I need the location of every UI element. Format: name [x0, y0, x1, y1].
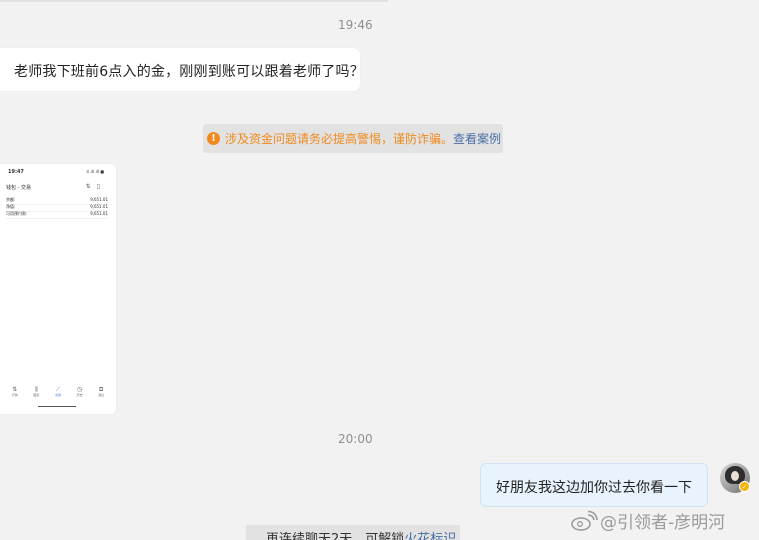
screenshot-home-indicator: [38, 406, 76, 407]
outgoing-message-text: 好朋友我这边加你过去你看一下: [496, 480, 692, 496]
screenshot-bottom-nav: ⇅ 行情 ⫼ 图表 ⟋ 交易 ◷ 历史 ⧉ 消息: [0, 386, 116, 397]
streak-hint-text: 再连续聊天2天，可解锁: [266, 532, 405, 540]
divider-line: [0, 0, 388, 2]
incoming-message-bubble[interactable]: 老师我下班前6点入的金，刚刚到账可以跟着老师了吗？: [0, 48, 364, 91]
timestamp: 19:46: [338, 18, 373, 32]
incoming-message-text: 老师我下班前6点入的金，刚刚到账可以跟着老师了吗？: [14, 64, 364, 80]
streak-hint-bar: 再连续聊天2天，可解锁火花标识: [246, 525, 460, 540]
screenshot-nav-item: ◷ 历史: [76, 386, 83, 397]
view-cases-link[interactable]: 查看案例: [453, 130, 501, 147]
watermark-text: @引领者-彦明河: [600, 513, 726, 533]
screenshot-nav-item: ⫼ 图表: [33, 386, 40, 397]
notice-warning-text: 涉及资金问题请务必提高警惕，谨防诈骗。: [225, 132, 454, 146]
weibo-watermark: @引领者-彦明河: [570, 508, 725, 533]
screenshot-time: 19:47: [8, 169, 24, 175]
timestamp: 20:00: [338, 432, 373, 446]
screenshot-header-icons: ⇅▯: [85, 183, 106, 190]
screenshot-title: 钱包 - 交易: [6, 185, 31, 191]
screenshot-status-icons: ⚟.ıll.ıll ■: [86, 169, 104, 174]
security-notice: ! 涉及资金问题请务必提高警惕，谨防诈骗。 查看案例: [203, 124, 503, 153]
screenshot-nav-item: ⇅ 行情: [11, 386, 18, 397]
warning-icon: !: [207, 132, 220, 145]
screenshot-image-message[interactable]: 19:47 ⚟.ıll.ıll ■ 钱包 - 交易 ⇅▯ 余额: 9,651.01…: [0, 164, 116, 414]
screenshot-nav-item: ⟋ 交易: [54, 386, 61, 397]
spark-badge-link[interactable]: 火花标识: [404, 532, 456, 540]
outgoing-message-bubble[interactable]: 好朋友我这边加你过去你看一下: [480, 463, 708, 507]
screenshot-nav-item: ⧉ 消息: [98, 386, 105, 397]
verified-badge-icon: ✓: [739, 481, 750, 492]
screenshot-row: 可用预付款: 9,651.01: [6, 211, 108, 219]
weibo-logo-icon: [571, 510, 598, 531]
